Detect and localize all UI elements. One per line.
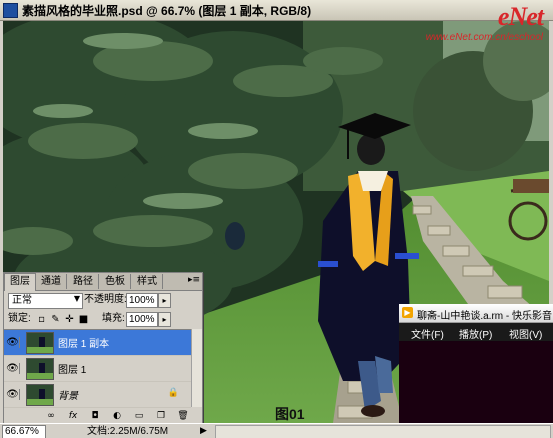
lock-position-icon[interactable]: ✛ xyxy=(64,314,75,325)
document-size-info[interactable]: 文档:2.25M/6.75M xyxy=(87,425,168,438)
layers-panel-toolbar: ∞ fx ◘ ◐ ▭ ❐ 🗑 xyxy=(4,409,202,423)
layer-name: 图层 1 副本 xyxy=(58,339,110,350)
player-app-icon: ▶ xyxy=(402,307,413,318)
blend-mode-value: 正常 xyxy=(12,295,32,306)
tab-styles[interactable]: 样式 xyxy=(132,274,163,289)
eye-icon[interactable]: 👁 xyxy=(6,389,20,400)
lock-transparency-icon[interactable]: ▫ xyxy=(36,314,47,325)
fill-label: 填充: xyxy=(102,313,125,324)
tab-channels[interactable]: 通道 xyxy=(36,274,67,289)
lock-all-icon[interactable]: ■ xyxy=(78,314,89,325)
lock-icon: 🔒 xyxy=(167,388,179,398)
link-icon[interactable]: ∞ xyxy=(44,410,58,422)
layers-scrollbar[interactable] xyxy=(191,329,202,407)
watermark-url: www.eNet.com.cn/eschool xyxy=(425,32,543,43)
tab-swatches[interactable]: 色板 xyxy=(100,274,131,289)
layer-thumbnail xyxy=(26,332,54,354)
status-menu-arrow[interactable]: ▶ xyxy=(200,426,207,436)
layer-name: 图层 1 xyxy=(58,365,87,376)
photoshop-window: 素描风格的毕业照.psd @ 66.7% (图层 1 副本, RGB/8) eN… xyxy=(0,0,553,438)
adjustment-icon[interactable]: ◐ xyxy=(110,410,124,422)
panel-menu-icon[interactable]: ▸≡ xyxy=(188,275,200,285)
lock-label: 锁定: xyxy=(8,313,31,324)
menu-file[interactable]: 文件(F) xyxy=(411,326,444,341)
photoshop-app-icon xyxy=(3,3,18,18)
layer-thumbnail xyxy=(26,384,54,406)
panel-tabs: 图层 通道 路径 色板 样式 ▸≡ xyxy=(4,273,202,291)
watermark-brand: eNet xyxy=(497,2,544,31)
opacity-label: 不透明度: xyxy=(84,294,127,305)
media-player-window: ▶ 聊斋-山中艳谈.a.rm - 快乐影音 文件(F) 播放(P) 视图(V) xyxy=(399,304,553,438)
fill-slider-button[interactable]: ▸ xyxy=(158,312,171,327)
layer-name: 背景 xyxy=(58,391,78,402)
player-menu-bar: 文件(F) 播放(P) 视图(V) xyxy=(399,323,553,341)
blend-mode-select[interactable]: 正常 ▼ xyxy=(8,293,83,309)
zoom-field[interactable]: 66.67% xyxy=(2,425,46,438)
trash-icon[interactable]: 🗑 xyxy=(176,410,190,422)
layer-row-1[interactable]: 👁 图层 1 xyxy=(4,356,191,382)
window-title: 素描风格的毕业照.psd @ 66.7% (图层 1 副本, RGB/8) xyxy=(22,4,312,18)
opacity-field[interactable]: 100% xyxy=(126,293,158,308)
tab-paths[interactable]: 路径 xyxy=(68,274,99,289)
folder-icon[interactable]: ▭ xyxy=(132,410,146,422)
eye-icon[interactable]: 👁 xyxy=(6,337,20,348)
fill-field[interactable]: 100% xyxy=(126,312,158,327)
eye-icon[interactable]: 👁 xyxy=(6,363,20,374)
mask-icon[interactable]: ◘ xyxy=(88,410,102,422)
player-title: 聊斋-山中艳谈.a.rm - 快乐影音 xyxy=(417,311,552,322)
enet-watermark: eNet www.eNet.com.cn/eschool xyxy=(387,0,547,46)
player-title-bar[interactable]: ▶ 聊斋-山中艳谈.a.rm - 快乐影音 xyxy=(399,304,553,323)
lock-image-icon[interactable]: ✎ xyxy=(50,314,61,325)
opacity-slider-button[interactable]: ▸ xyxy=(158,293,171,308)
horizontal-scrollbar[interactable] xyxy=(215,425,551,438)
layers-list: 👁 图层 1 副本 👁 图层 1 👁 背景 🔒 xyxy=(4,329,191,408)
new-layer-icon[interactable]: ❐ xyxy=(154,410,168,422)
layer-thumbnail xyxy=(26,358,54,380)
chevron-down-icon: ▼ xyxy=(73,294,80,303)
menu-play[interactable]: 播放(P) xyxy=(459,326,492,341)
tab-layers[interactable]: 图层 xyxy=(4,273,36,291)
menu-view[interactable]: 视图(V) xyxy=(509,326,542,341)
status-bar: 66.67% 文档:2.25M/6.75M ▶ xyxy=(0,423,553,438)
fx-icon[interactable]: fx xyxy=(66,410,80,422)
figure-label: 图01 xyxy=(275,406,305,422)
layer-row-background[interactable]: 👁 背景 🔒 xyxy=(4,382,191,408)
layers-panel: 图层 通道 路径 色板 样式 ▸≡ 正常 ▼ 不透明度: 100% ▸ 锁定: … xyxy=(3,272,203,424)
layer-row-copy[interactable]: 👁 图层 1 副本 xyxy=(4,330,191,356)
